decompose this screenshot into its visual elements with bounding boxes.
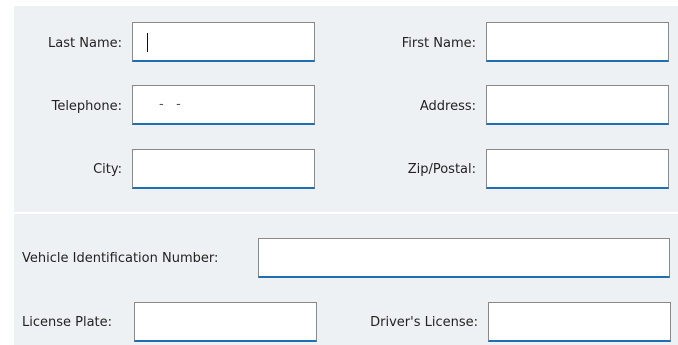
city-label: City: — [93, 162, 122, 177]
telephone-field[interactable]: - - — [132, 85, 315, 125]
vin-input[interactable] — [259, 239, 669, 276]
city-input[interactable] — [133, 150, 314, 187]
telephone-mask: - - — [159, 97, 181, 112]
telephone-label: Telephone: — [51, 99, 122, 114]
city-field[interactable] — [132, 149, 315, 189]
first-name-input[interactable] — [487, 23, 668, 60]
drivers-license-field[interactable] — [488, 302, 671, 342]
zip-field[interactable] — [486, 149, 669, 189]
address-field[interactable] — [486, 85, 669, 125]
vin-label: Vehicle Identification Number: — [22, 251, 219, 266]
zip-input[interactable] — [487, 150, 668, 187]
drivers-license-input[interactable] — [489, 303, 670, 340]
address-label: Address: — [419, 99, 476, 114]
vin-field[interactable] — [258, 238, 670, 278]
first-name-label: First Name: — [401, 36, 476, 51]
address-input[interactable] — [487, 86, 668, 123]
section-divider — [14, 212, 678, 214]
text-cursor — [147, 33, 148, 52]
last-name-label: Last Name: — [48, 36, 122, 51]
license-plate-label: License Plate: — [22, 315, 113, 330]
zip-label: Zip/Postal: — [407, 162, 476, 177]
drivers-license-label: Driver's License: — [370, 315, 478, 330]
last-name-field[interactable] — [132, 22, 315, 62]
first-name-field[interactable] — [486, 22, 669, 62]
last-name-input[interactable] — [133, 23, 314, 60]
license-plate-input[interactable] — [135, 303, 316, 340]
license-plate-field[interactable] — [134, 302, 317, 342]
